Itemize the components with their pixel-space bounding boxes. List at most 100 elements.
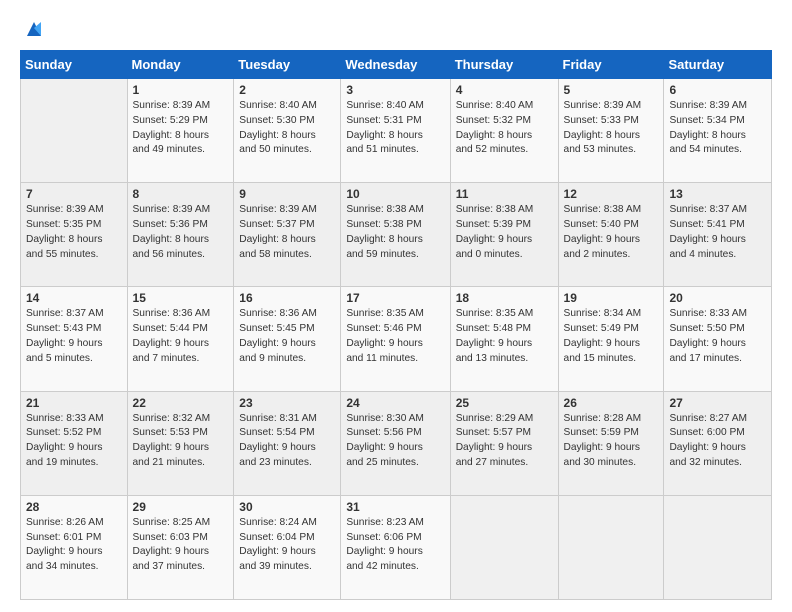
day-number: 6 <box>669 83 766 97</box>
day-info: Sunrise: 8:30 AMSunset: 5:56 PMDaylight:… <box>346 412 444 471</box>
day-info: Sunrise: 8:25 AMSunset: 6:03 PMDaylight:… <box>133 516 229 575</box>
day-cell: 11 Sunrise: 8:38 AMSunset: 5:39 PMDayligh… <box>450 183 558 287</box>
day-cell: 9Sunrise: 8:39 AMSunset: 5:37 PMDaylight… <box>234 183 341 287</box>
day-number: 23 <box>239 396 335 410</box>
day-info: Sunrise: 8:38 AMSunset: 5:39 PMDaylight:… <box>456 203 553 262</box>
day-cell: 14Sunrise: 8:37 AMSunset: 5:43 PMDayligh… <box>21 287 128 391</box>
day-number: 20 <box>669 291 766 305</box>
day-info: Sunrise: 8:36 AMSunset: 5:45 PMDaylight:… <box>239 307 335 366</box>
day-info: Sunrise: 8:28 AMSunset: 5:59 PMDaylight:… <box>564 412 659 471</box>
day-cell: 12 Sunrise: 8:38 AMSunset: 5:40 PMDayligh… <box>558 183 664 287</box>
day-number: 30 <box>239 500 335 514</box>
day-info: Sunrise: 8:36 AMSunset: 5:44 PMDaylight:… <box>133 307 229 366</box>
day-number: 16 <box>239 291 335 305</box>
day-number: 27 <box>669 396 766 410</box>
day-info: Sunrise: 8:26 AMSunset: 6:01 PMDaylight:… <box>26 516 122 575</box>
day-info: Sunrise: 8:31 AMSunset: 5:54 PMDaylight:… <box>239 412 335 471</box>
day-info: Sunrise: 8:39 AMSunset: 5:36 PMDaylight:… <box>133 203 229 262</box>
day-cell: 10 Sunrise: 8:38 AMSunset: 5:38 PMDayligh… <box>341 183 450 287</box>
logo-icon <box>23 18 45 40</box>
day-info: Sunrise: 8:39 AMSunset: 5:35 PMDaylight:… <box>26 203 122 262</box>
day-header-tuesday: Tuesday <box>234 51 341 79</box>
day-info: Sunrise: 8:24 AMSunset: 6:04 PMDaylight:… <box>239 516 335 575</box>
day-cell <box>450 495 558 599</box>
logo <box>20 18 45 40</box>
day-cell: 17 Sunrise: 8:35 AMSunset: 5:46 PMDayligh… <box>341 287 450 391</box>
day-info: Sunrise: 8:33 AMSunset: 5:52 PMDaylight:… <box>26 412 122 471</box>
day-number: 22 <box>133 396 229 410</box>
day-number: 4 <box>456 83 553 97</box>
day-info: Sunrise: 8:38 AMSunset: 5:40 PMDaylight:… <box>564 203 659 262</box>
day-number: 29 <box>133 500 229 514</box>
week-row-3: 21 Sunrise: 8:33 AMSunset: 5:52 PMDayligh… <box>21 391 772 495</box>
day-info: Sunrise: 8:39 AMSunset: 5:29 PMDaylight:… <box>133 99 229 158</box>
day-header-sunday: Sunday <box>21 51 128 79</box>
day-cell: 19 Sunrise: 8:34 AMSunset: 5:49 PMDayligh… <box>558 287 664 391</box>
day-number: 1 <box>133 83 229 97</box>
day-cell: 7 Sunrise: 8:39 AMSunset: 5:35 PMDaylight… <box>21 183 128 287</box>
day-info: Sunrise: 8:35 AMSunset: 5:46 PMDaylight:… <box>346 307 444 366</box>
day-info: Sunrise: 8:27 AMSunset: 6:00 PMDaylight:… <box>669 412 766 471</box>
day-info: Sunrise: 8:39 AMSunset: 5:33 PMDaylight:… <box>564 99 659 158</box>
day-number: 19 <box>564 291 659 305</box>
day-number: 2 <box>239 83 335 97</box>
calendar-header-row: SundayMondayTuesdayWednesdayThursdayFrid… <box>21 51 772 79</box>
day-number: 10 <box>346 187 444 201</box>
day-number: 3 <box>346 83 444 97</box>
day-cell: 30 Sunrise: 8:24 AMSunset: 6:04 PMDayligh… <box>234 495 341 599</box>
day-header-monday: Monday <box>127 51 234 79</box>
page: SundayMondayTuesdayWednesdayThursdayFrid… <box>0 0 792 612</box>
day-cell: 5Sunrise: 8:39 AMSunset: 5:33 PMDaylight… <box>558 79 664 183</box>
day-cell: 29 Sunrise: 8:25 AMSunset: 6:03 PMDayligh… <box>127 495 234 599</box>
day-number: 21 <box>26 396 122 410</box>
day-cell: 27 Sunrise: 8:27 AMSunset: 6:00 PMDayligh… <box>664 391 772 495</box>
day-number: 7 <box>26 187 122 201</box>
day-header-saturday: Saturday <box>664 51 772 79</box>
day-cell: 2 Sunrise: 8:40 AMSunset: 5:30 PMDaylight… <box>234 79 341 183</box>
day-info: Sunrise: 8:29 AMSunset: 5:57 PMDaylight:… <box>456 412 553 471</box>
day-cell: 16 Sunrise: 8:36 AMSunset: 5:45 PMDayligh… <box>234 287 341 391</box>
day-cell: 23 Sunrise: 8:31 AMSunset: 5:54 PMDayligh… <box>234 391 341 495</box>
day-info: Sunrise: 8:40 AMSunset: 5:32 PMDaylight:… <box>456 99 553 158</box>
day-number: 24 <box>346 396 444 410</box>
day-info: Sunrise: 8:32 AMSunset: 5:53 PMDaylight:… <box>133 412 229 471</box>
day-cell: 15Sunrise: 8:36 AMSunset: 5:44 PMDayligh… <box>127 287 234 391</box>
day-info: Sunrise: 8:38 AMSunset: 5:38 PMDaylight:… <box>346 203 444 262</box>
day-cell: 3Sunrise: 8:40 AMSunset: 5:31 PMDaylight… <box>341 79 450 183</box>
day-cell: 4 Sunrise: 8:40 AMSunset: 5:32 PMDaylight… <box>450 79 558 183</box>
day-info: Sunrise: 8:39 AMSunset: 5:37 PMDaylight:… <box>239 203 335 262</box>
day-number: 11 <box>456 187 553 201</box>
day-cell: 31Sunrise: 8:23 AMSunset: 6:06 PMDayligh… <box>341 495 450 599</box>
day-info: Sunrise: 8:35 AMSunset: 5:48 PMDaylight:… <box>456 307 553 366</box>
day-info: Sunrise: 8:37 AMSunset: 5:43 PMDaylight:… <box>26 307 122 366</box>
day-cell: 24 Sunrise: 8:30 AMSunset: 5:56 PMDayligh… <box>341 391 450 495</box>
logo-text <box>20 18 45 40</box>
day-cell: 22 Sunrise: 8:32 AMSunset: 5:53 PMDayligh… <box>127 391 234 495</box>
day-info: Sunrise: 8:34 AMSunset: 5:49 PMDaylight:… <box>564 307 659 366</box>
day-header-friday: Friday <box>558 51 664 79</box>
calendar: SundayMondayTuesdayWednesdayThursdayFrid… <box>20 50 772 600</box>
day-number: 12 <box>564 187 659 201</box>
day-header-wednesday: Wednesday <box>341 51 450 79</box>
week-row-4: 28 Sunrise: 8:26 AMSunset: 6:01 PMDayligh… <box>21 495 772 599</box>
week-row-2: 14Sunrise: 8:37 AMSunset: 5:43 PMDayligh… <box>21 287 772 391</box>
day-cell: 28 Sunrise: 8:26 AMSunset: 6:01 PMDayligh… <box>21 495 128 599</box>
day-cell: 1 Sunrise: 8:39 AMSunset: 5:29 PMDaylight… <box>127 79 234 183</box>
header <box>20 18 772 40</box>
day-info: Sunrise: 8:40 AMSunset: 5:30 PMDaylight:… <box>239 99 335 158</box>
day-cell: 25 Sunrise: 8:29 AMSunset: 5:57 PMDayligh… <box>450 391 558 495</box>
day-number: 31 <box>346 500 444 514</box>
day-number: 8 <box>133 187 229 201</box>
day-cell: 21 Sunrise: 8:33 AMSunset: 5:52 PMDayligh… <box>21 391 128 495</box>
day-info: Sunrise: 8:39 AMSunset: 5:34 PMDaylight:… <box>669 99 766 158</box>
day-number: 17 <box>346 291 444 305</box>
day-cell: 26Sunrise: 8:28 AMSunset: 5:59 PMDayligh… <box>558 391 664 495</box>
day-number: 13 <box>669 187 766 201</box>
day-info: Sunrise: 8:33 AMSunset: 5:50 PMDaylight:… <box>669 307 766 366</box>
day-cell: 8 Sunrise: 8:39 AMSunset: 5:36 PMDaylight… <box>127 183 234 287</box>
day-number: 28 <box>26 500 122 514</box>
day-cell: 20 Sunrise: 8:33 AMSunset: 5:50 PMDayligh… <box>664 287 772 391</box>
day-number: 25 <box>456 396 553 410</box>
day-header-thursday: Thursday <box>450 51 558 79</box>
week-row-1: 7 Sunrise: 8:39 AMSunset: 5:35 PMDaylight… <box>21 183 772 287</box>
